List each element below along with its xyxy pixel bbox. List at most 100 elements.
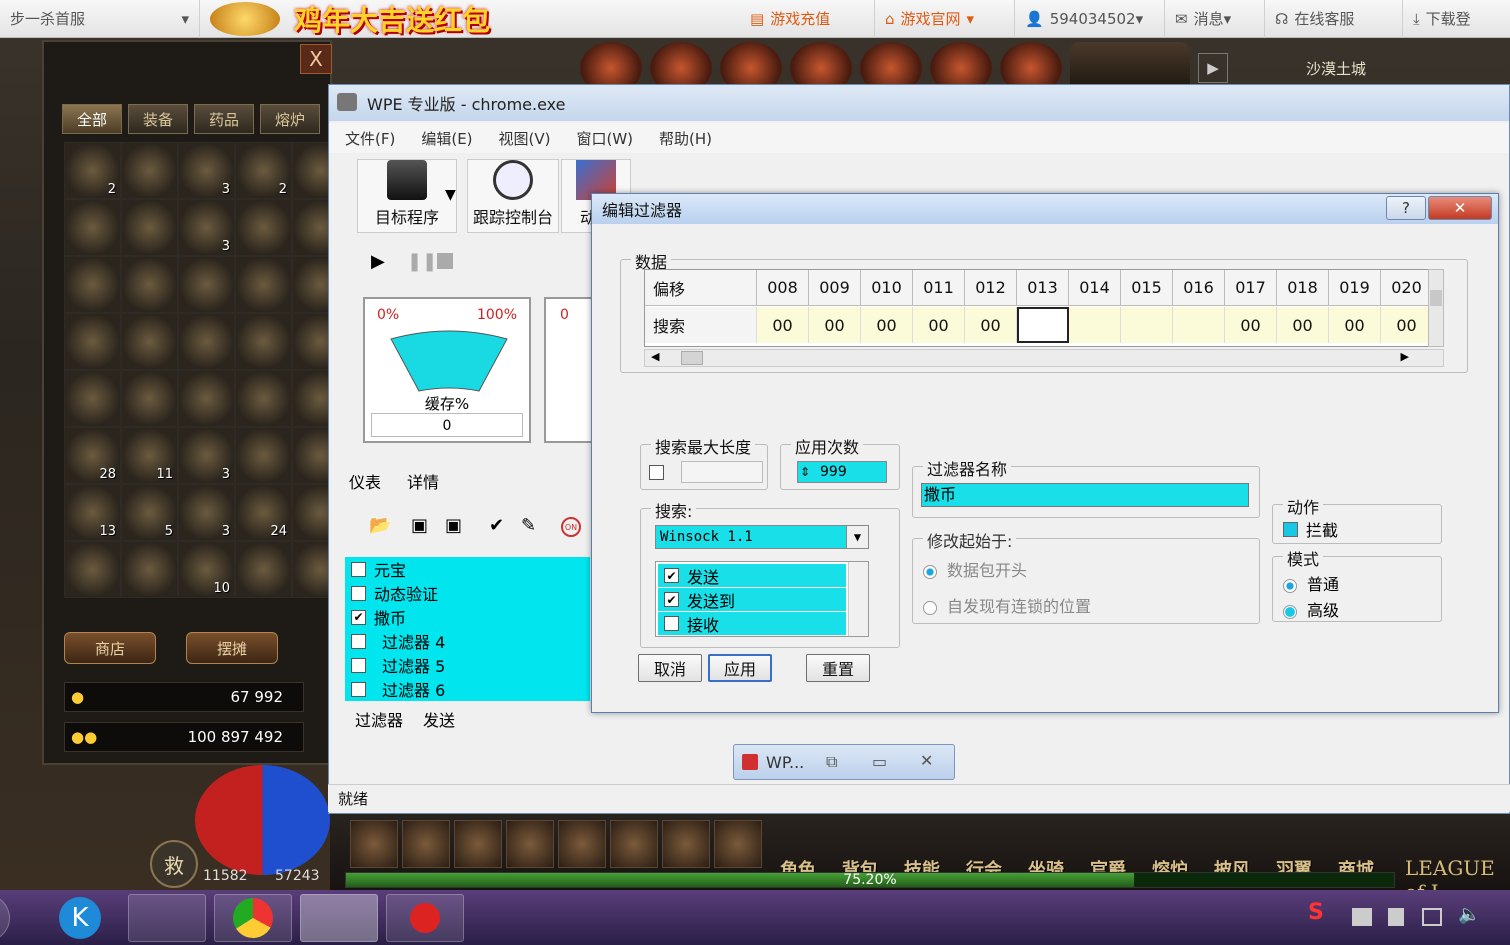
inventory-slot[interactable] bbox=[64, 370, 121, 427]
stop-icon[interactable] bbox=[437, 253, 453, 269]
offset-column-header[interactable]: 008 bbox=[757, 270, 809, 306]
inventory-slot[interactable]: 2 bbox=[64, 142, 121, 199]
search-byte-cell[interactable] bbox=[1017, 307, 1069, 343]
offset-column-header[interactable]: 011 bbox=[913, 270, 965, 306]
offset-column-header[interactable]: 020 bbox=[1381, 270, 1433, 306]
search-byte-cell[interactable]: 00 bbox=[965, 307, 1017, 343]
filter-item[interactable]: 过滤器 5 bbox=[345, 653, 590, 677]
tab-details[interactable]: 详情 bbox=[407, 469, 439, 493]
inventory-slot[interactable]: 5 bbox=[121, 484, 178, 541]
skill-slot[interactable] bbox=[610, 820, 658, 868]
filter-item[interactable]: 元宝 bbox=[345, 557, 590, 581]
apply-count-spinner[interactable]: ⇕ 999 bbox=[797, 461, 887, 483]
inventory-slot[interactable] bbox=[121, 541, 178, 598]
inventory-slot[interactable] bbox=[235, 313, 292, 370]
tab-meter[interactable]: 仪表 bbox=[349, 469, 381, 493]
skill-slot[interactable] bbox=[558, 820, 606, 868]
filter-item[interactable]: 过滤器 4 bbox=[345, 629, 590, 653]
search-option-checkbox[interactable]: ✔ bbox=[664, 568, 679, 583]
chevron-down-icon[interactable]: ▼ bbox=[445, 187, 456, 203]
filter-checkbox[interactable] bbox=[351, 681, 366, 697]
protocol-select[interactable]: Winsock 1.1 ▼ bbox=[655, 525, 869, 549]
inventory-slot[interactable] bbox=[64, 313, 121, 370]
recorder-icon[interactable] bbox=[386, 894, 464, 942]
recharge-link[interactable]: ▤ 游戏充值 bbox=[740, 0, 875, 38]
tab-equipment[interactable]: 装备 bbox=[128, 104, 188, 134]
skill-slot[interactable] bbox=[454, 820, 502, 868]
user-account[interactable]: 👤 594034502 ▾ bbox=[1015, 0, 1165, 38]
reset-button[interactable]: 重置 bbox=[806, 654, 870, 682]
save-icon[interactable]: ▣ bbox=[411, 515, 428, 536]
download-link[interactable]: ⤓ 下载登 bbox=[1403, 0, 1510, 38]
minimized-wpe[interactable]: WP... ⧉ ▭ ✕ bbox=[733, 744, 955, 780]
inventory-slot[interactable] bbox=[178, 256, 235, 313]
offset-column-header[interactable]: 010 bbox=[861, 270, 913, 306]
inventory-slot[interactable]: 11 bbox=[121, 427, 178, 484]
inventory-slot[interactable] bbox=[235, 541, 292, 598]
offset-column-header[interactable]: 019 bbox=[1329, 270, 1381, 306]
tray-icon[interactable] bbox=[1388, 908, 1404, 926]
offset-column-header[interactable]: 012 bbox=[965, 270, 1017, 306]
search-byte-cell[interactable]: 00 bbox=[913, 307, 965, 343]
play-icon[interactable]: ▶ bbox=[1198, 53, 1228, 83]
search-byte-cell[interactable]: 00 bbox=[861, 307, 913, 343]
menu-view[interactable]: 视图(V) bbox=[483, 128, 561, 149]
messages-link[interactable]: ✉ 消息 ▾ bbox=[1165, 0, 1265, 38]
inventory-slot[interactable] bbox=[121, 199, 178, 256]
tab-potions[interactable]: 药品 bbox=[194, 104, 254, 134]
modify-option-found[interactable]: 自发现有连锁的位置 bbox=[923, 593, 1091, 617]
search-byte-cell[interactable]: 00 bbox=[809, 307, 861, 343]
shop-button[interactable]: 商店 bbox=[64, 632, 156, 664]
offset-column-header[interactable]: 017 bbox=[1225, 270, 1277, 306]
network-icon[interactable] bbox=[1422, 908, 1442, 926]
support-link[interactable]: ☊ 在线客服 bbox=[1265, 0, 1403, 38]
save-button[interactable]: 救 bbox=[150, 840, 198, 888]
inventory-slot[interactable] bbox=[235, 256, 292, 313]
play-icon[interactable]: ▶ bbox=[371, 251, 385, 272]
tab-all[interactable]: 全部 bbox=[62, 104, 122, 134]
open-icon[interactable]: 📂 bbox=[369, 515, 391, 536]
grid-scrollbar-vertical[interactable] bbox=[1428, 269, 1444, 347]
pause-icon[interactable]: ❚❚ bbox=[407, 251, 437, 272]
grid-scrollbar-horizontal[interactable]: ◀ ▶ bbox=[644, 349, 1444, 367]
filter-name-input[interactable]: 撒币 bbox=[921, 483, 1249, 507]
tray-icon[interactable] bbox=[1352, 908, 1372, 926]
save-as-icon[interactable]: ▣ bbox=[445, 515, 462, 536]
offset-column-header[interactable]: 014 bbox=[1069, 270, 1121, 306]
search-option[interactable]: ✔ 发送 bbox=[658, 564, 846, 587]
restore-icon[interactable]: ⧉ bbox=[826, 752, 837, 772]
close-icon[interactable]: ✕ bbox=[920, 751, 933, 770]
inventory-slot[interactable] bbox=[235, 370, 292, 427]
search-byte-cell[interactable] bbox=[1173, 307, 1225, 343]
mode-advanced[interactable]: 高级 bbox=[1283, 597, 1339, 621]
check-icon[interactable]: ✔ bbox=[489, 515, 504, 536]
mode-normal[interactable]: 普通 bbox=[1283, 571, 1339, 595]
close-icon[interactable]: X bbox=[300, 44, 332, 74]
inventory-slot[interactable] bbox=[121, 370, 178, 427]
filter-item[interactable]: 动态验证 bbox=[345, 581, 590, 605]
inventory-slot[interactable] bbox=[178, 313, 235, 370]
stall-button[interactable]: 摆摊 bbox=[186, 632, 278, 664]
close-button[interactable]: ✕ bbox=[1428, 196, 1492, 220]
filter-checkbox[interactable] bbox=[351, 633, 366, 649]
notes-app-icon[interactable] bbox=[128, 894, 206, 942]
search-byte-cell[interactable]: 00 bbox=[757, 307, 809, 343]
inventory-slot[interactable] bbox=[64, 256, 121, 313]
inventory-slot[interactable]: 10 bbox=[178, 541, 235, 598]
dialog-titlebar[interactable]: 编辑过滤器 bbox=[592, 194, 1498, 224]
offset-column-header[interactable]: 013 bbox=[1017, 270, 1069, 306]
scroll-left-icon[interactable]: ◀ bbox=[651, 350, 659, 363]
target-program-button[interactable]: 目标程序 bbox=[357, 159, 457, 233]
menu-file[interactable]: 文件(F) bbox=[329, 128, 405, 149]
trace-console-button[interactable]: 跟踪控制台 bbox=[467, 159, 559, 233]
max-length-input[interactable] bbox=[681, 461, 763, 483]
inventory-slot[interactable]: 28 bbox=[64, 427, 121, 484]
search-byte-cell[interactable]: 00 bbox=[1329, 307, 1381, 343]
help-button[interactable]: ? bbox=[1386, 196, 1426, 220]
modify-option-start[interactable]: 数据包开头 bbox=[923, 557, 1027, 581]
inventory-slot[interactable]: 3 bbox=[178, 427, 235, 484]
scroll-right-icon[interactable]: ▶ bbox=[1401, 350, 1409, 363]
filter-item[interactable]: 过滤器 6 bbox=[345, 677, 590, 701]
max-length-checkbox[interactable] bbox=[649, 465, 664, 480]
inventory-slot[interactable] bbox=[64, 199, 121, 256]
